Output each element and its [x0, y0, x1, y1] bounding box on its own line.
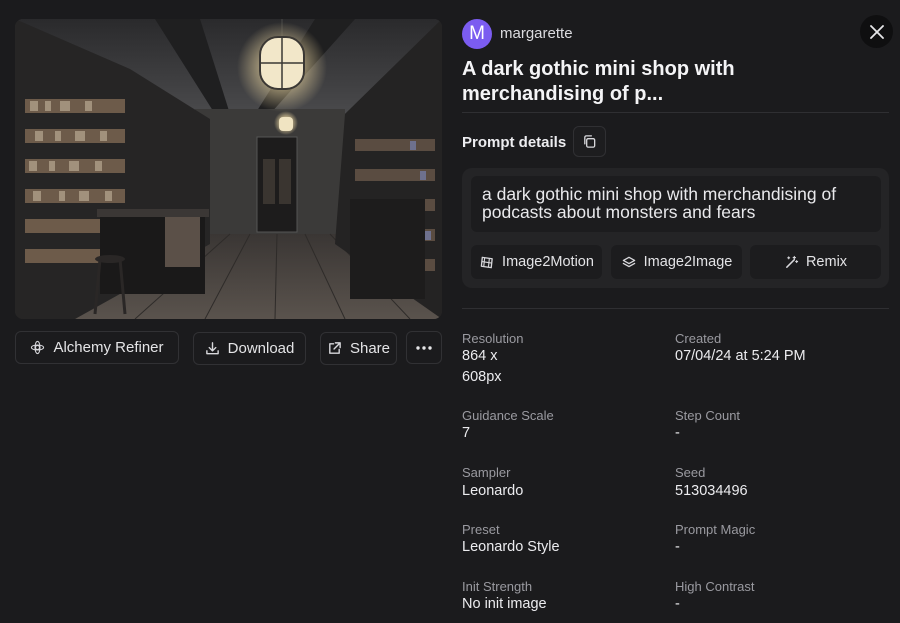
copy-icon: [584, 135, 596, 148]
remix-button[interactable]: Remix: [750, 245, 881, 279]
preset-label: Preset: [462, 522, 500, 537]
prompt-magic-value: -: [675, 539, 680, 555]
seed-label: Seed: [675, 465, 706, 480]
seed-value: 513034496: [675, 483, 748, 499]
created-value: 07/04/24 at 5:24 PM: [675, 348, 806, 364]
sampler-value: Leonardo: [462, 483, 524, 499]
step-count-label: Step Count: [675, 408, 741, 423]
prompt-magic-label: Prompt Magic: [675, 522, 756, 537]
resolution-value-line2: 608px: [462, 369, 502, 385]
sampler-label: Sampler: [462, 465, 511, 480]
share-label: Share: [349, 340, 391, 357]
prompt-details-label: Prompt details: [462, 134, 567, 151]
image2motion-button[interactable]: Image2Motion: [471, 245, 602, 279]
guidance-scale-label: Guidance Scale: [462, 408, 554, 423]
image2motion-label: Image2Motion: [502, 254, 594, 270]
film-icon: [480, 256, 493, 268]
high-contrast-value: -: [675, 596, 680, 612]
copy-prompt-button[interactable]: [573, 126, 606, 157]
step-count-value: -: [675, 425, 680, 441]
prompt-text: a dark gothic mini shop with merchandisi…: [471, 176, 881, 232]
resolution-value-line1: 864 x: [462, 348, 498, 364]
generated-image[interactable]: [15, 19, 442, 319]
close-icon: [869, 24, 884, 39]
avatar-initial: M: [469, 23, 485, 44]
alchemy-icon: [31, 340, 45, 355]
more-icon: [416, 345, 432, 350]
alchemy-refiner-label: Alchemy Refiner: [53, 339, 164, 356]
avatar[interactable]: M: [462, 19, 492, 49]
layers-icon: [622, 256, 635, 267]
alchemy-refiner-button[interactable]: Alchemy Refiner: [15, 331, 179, 364]
page-title: A dark gothic mini shop with merchandisi…: [462, 58, 735, 105]
divider: [462, 308, 889, 309]
download-icon: [205, 342, 219, 355]
prompt-card: a dark gothic mini shop with merchandisi…: [462, 168, 889, 288]
resolution-label: Resolution: [462, 331, 524, 346]
preset-value: Leonardo Style: [462, 539, 560, 555]
init-strength-label: Init Strength: [462, 579, 533, 594]
magic-wand-icon: [786, 255, 799, 268]
close-button[interactable]: [860, 15, 893, 48]
username[interactable]: margarette: [500, 25, 573, 42]
share-icon: [329, 342, 341, 354]
download-label: Download: [227, 340, 295, 357]
share-button[interactable]: Share: [320, 332, 397, 365]
image2image-button[interactable]: Image2Image: [611, 245, 742, 279]
more-options-button[interactable]: [406, 331, 442, 364]
high-contrast-label: High Contrast: [675, 579, 755, 594]
image2image-label: Image2Image: [643, 254, 733, 270]
guidance-scale-value: 7: [462, 425, 471, 441]
init-strength-value: No init image: [462, 596, 547, 612]
created-label: Created: [675, 331, 722, 346]
remix-label: Remix: [805, 254, 848, 270]
download-button[interactable]: Download: [193, 332, 306, 365]
divider: [462, 112, 889, 113]
